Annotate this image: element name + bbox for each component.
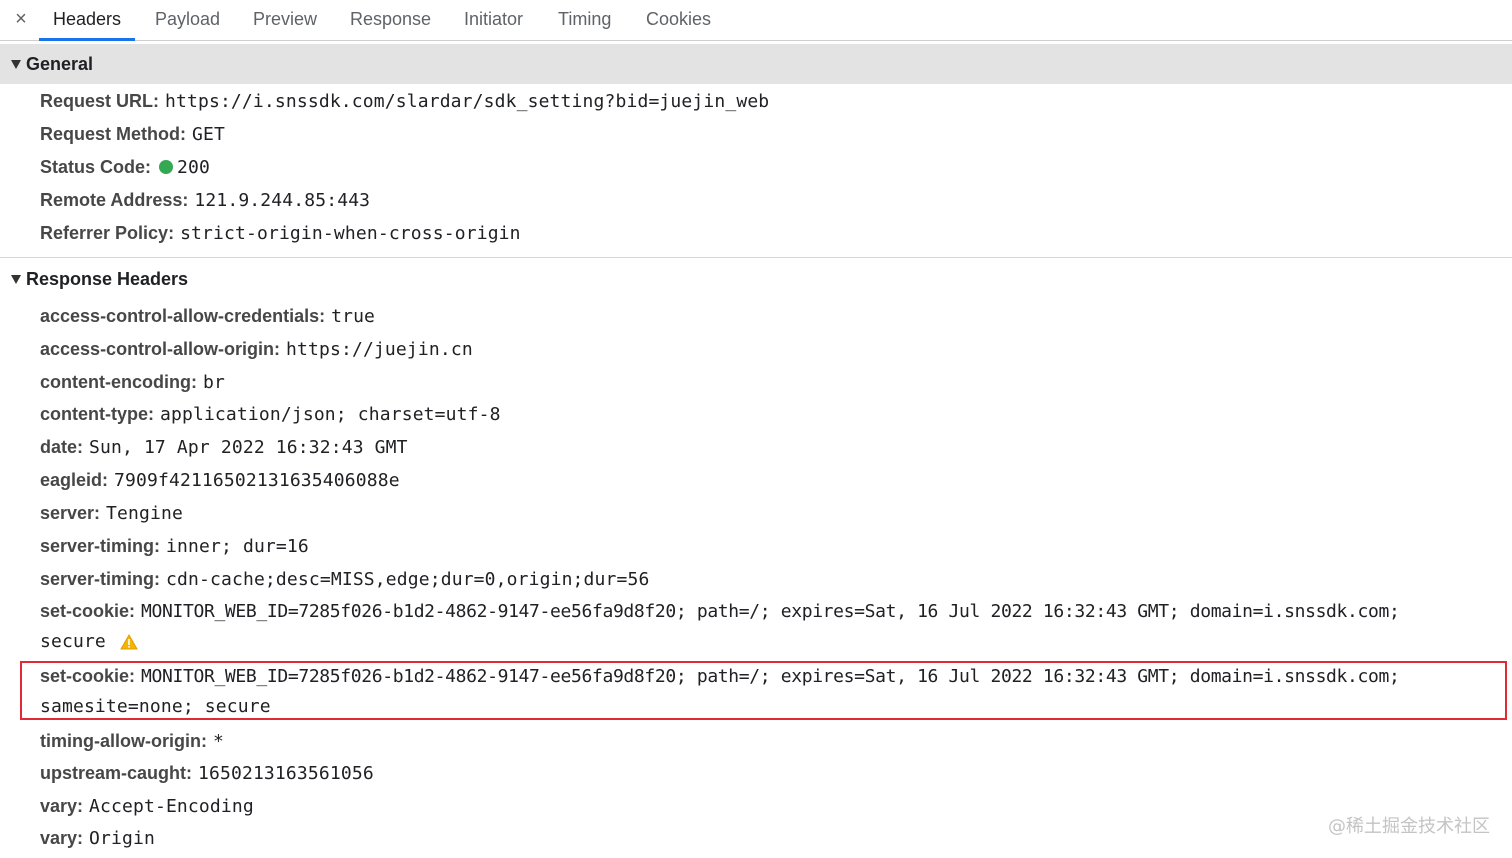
response-header-row: timing-allow-origin: * — [40, 725, 224, 757]
header-key: timing-allow-origin: — [40, 731, 207, 751]
tab-response[interactable]: Response — [336, 0, 445, 40]
header-key: Request Method: — [40, 124, 186, 144]
header-value: https://juejin.cn — [286, 339, 473, 360]
tab-initiator[interactable]: Initiator — [450, 0, 537, 40]
response-header-row-continuation: secure — [40, 626, 138, 658]
header-key: Request URL: — [40, 91, 160, 111]
header-value: https://i.snssdk.com/slardar/sdk_setting… — [165, 91, 770, 112]
header-value: true — [331, 306, 376, 327]
header-value: * — [212, 731, 224, 752]
header-value: cdn-cache;desc=MISS,edge;dur=0,origin;du… — [166, 569, 650, 590]
header-value: br — [202, 372, 225, 393]
general-row-status-code: Status Code: 200 — [40, 151, 210, 183]
general-section-header[interactable]: General — [0, 44, 1512, 84]
response-header-row: content-encoding: br — [40, 366, 225, 398]
general-row-request-url: Request URL: https://i.snssdk.com/slardar… — [40, 85, 769, 117]
header-key: access-control-allow-credentials: — [40, 306, 326, 326]
header-value: 121.9.244.85:443 — [194, 190, 371, 211]
header-key: server-timing: — [40, 536, 161, 556]
tab-payload[interactable]: Payload — [141, 0, 234, 40]
header-value: Origin — [89, 828, 155, 849]
warning-triangle-icon[interactable] — [120, 630, 138, 662]
response-header-row: date: Sun, 17 Apr 2022 16:32:43 GMT — [40, 431, 408, 463]
header-key: access-control-allow-origin: — [40, 339, 281, 359]
header-value: inner; dur=16 — [166, 536, 309, 557]
header-key: set-cookie: — [40, 601, 136, 621]
general-row-referrer-policy: Referrer Policy: strict-origin-when-cross… — [40, 217, 521, 249]
header-value: MONITOR_WEB_ID=7285f026-b1d2-4862-9147-e… — [141, 666, 1400, 687]
collapse-triangle-icon[interactable] — [11, 60, 21, 69]
collapse-triangle-icon[interactable] — [11, 275, 21, 284]
header-key: server: — [40, 503, 101, 523]
header-key: eagleid: — [40, 470, 109, 490]
header-value-continuation: secure — [40, 631, 106, 652]
header-key: upstream-caught: — [40, 763, 193, 783]
response-header-row: server-timing: inner; dur=16 — [40, 530, 309, 562]
header-key: Referrer Policy: — [40, 223, 175, 243]
header-value: Accept-Encoding — [89, 796, 254, 817]
response-header-row: vary: Origin — [40, 822, 155, 854]
tab-cookies[interactable]: Cookies — [632, 0, 725, 40]
header-value: 200 — [177, 157, 210, 178]
header-value: strict-origin-when-cross-origin — [180, 223, 521, 244]
header-value: GET — [192, 124, 225, 145]
general-row-request-method: Request Method: GET — [40, 118, 225, 150]
response-header-row: eagleid: 7909f42116502131635406088e — [40, 464, 400, 496]
header-key: set-cookie: — [40, 666, 136, 686]
header-key: vary: — [40, 796, 84, 816]
header-key: vary: — [40, 828, 84, 848]
header-key: content-encoding: — [40, 372, 197, 392]
header-key: Status Code: — [40, 157, 152, 177]
response-header-row-continuation: samesite=none; secure — [40, 691, 271, 723]
tab-timing[interactable]: Timing — [544, 0, 625, 40]
tab-preview[interactable]: Preview — [239, 0, 331, 40]
tab-headers[interactable]: Headers — [39, 0, 136, 41]
header-key: content-type: — [40, 404, 154, 424]
response-header-row: vary: Accept-Encoding — [40, 790, 254, 822]
response-header-row: set-cookie: MONITOR_WEB_ID=7285f026-b1d2-… — [40, 595, 1400, 627]
header-value-continuation: samesite=none; secure — [40, 696, 271, 717]
response-header-row: access-control-allow-origin: https://juej… — [40, 333, 473, 365]
tab-bar: × Headers Payload Preview Response Initi… — [0, 0, 1512, 41]
response-header-row: upstream-caught: 1650213163561056 — [40, 757, 374, 789]
section-divider — [0, 257, 1512, 258]
response-header-row: server-timing: cdn-cache;desc=MISS,edge;d… — [40, 563, 649, 595]
status-ok-dot-icon — [159, 160, 174, 174]
header-key: Remote Address: — [40, 190, 189, 210]
header-key: date: — [40, 437, 84, 457]
devtools-network-headers-panel: × Headers Payload Preview Response Initi… — [0, 0, 1512, 858]
response-headers-section-header[interactable]: Response Headers — [0, 259, 1512, 299]
header-value: application/json; charset=utf-8 — [160, 404, 501, 425]
header-value: Tengine — [106, 503, 183, 524]
header-value: 7909f42116502131635406088e — [114, 470, 400, 491]
header-value: Sun, 17 Apr 2022 16:32:43 GMT — [89, 437, 408, 458]
general-section-title: General — [26, 54, 94, 74]
close-icon[interactable]: × — [12, 6, 30, 32]
response-header-row: server: Tengine — [40, 497, 183, 529]
watermark: @稀土掘金技术社区 — [1328, 816, 1490, 837]
response-header-row: access-control-allow-credentials: true — [40, 300, 375, 332]
header-key: server-timing: — [40, 569, 161, 589]
response-headers-section-title: Response Headers — [26, 269, 189, 289]
header-value: 1650213163561056 — [198, 763, 374, 784]
response-header-row: content-type: application/json; charset=u… — [40, 398, 501, 430]
header-value: MONITOR_WEB_ID=7285f026-b1d2-4862-9147-e… — [141, 601, 1400, 622]
general-row-remote-address: Remote Address: 121.9.244.85:443 — [40, 184, 370, 216]
response-header-row: set-cookie: MONITOR_WEB_ID=7285f026-b1d2-… — [40, 660, 1400, 692]
